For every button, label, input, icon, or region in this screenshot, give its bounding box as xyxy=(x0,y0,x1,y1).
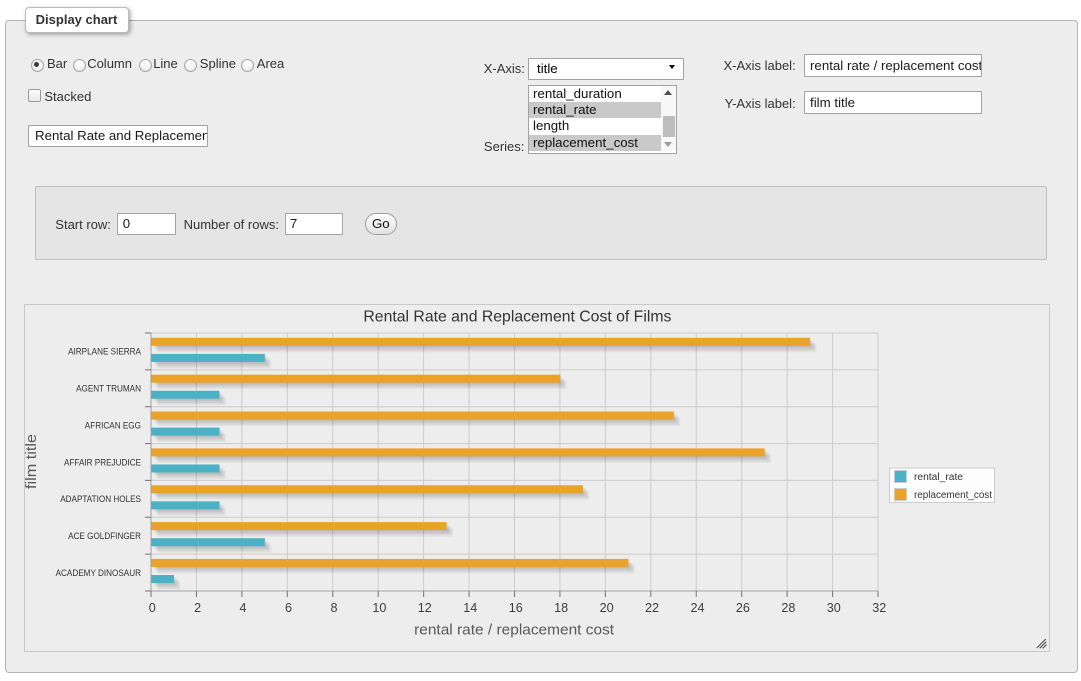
svg-text:AGENT TRUMAN: AGENT TRUMAN xyxy=(76,384,141,394)
svg-text:14: 14 xyxy=(463,601,477,615)
svg-text:AFFAIR PREJUDICE: AFFAIR PREJUDICE xyxy=(64,457,141,467)
svg-text:AFRICAN EGG: AFRICAN EGG xyxy=(85,420,141,430)
svg-text:rental_rate: rental_rate xyxy=(914,472,963,483)
svg-text:0: 0 xyxy=(149,601,156,615)
svg-text:12: 12 xyxy=(418,601,432,615)
svg-text:replacement_cost: replacement_cost xyxy=(914,490,992,501)
svg-text:AIRPLANE SIERRA: AIRPLANE SIERRA xyxy=(68,347,141,357)
svg-text:28: 28 xyxy=(781,601,795,615)
svg-text:film title: film title xyxy=(25,434,40,489)
svg-text:16: 16 xyxy=(509,601,523,615)
svg-text:20: 20 xyxy=(600,601,614,615)
svg-text:24: 24 xyxy=(690,601,704,615)
svg-text:18: 18 xyxy=(554,601,568,615)
svg-text:4: 4 xyxy=(240,601,247,615)
svg-text:ACE GOLDFINGER: ACE GOLDFINGER xyxy=(68,531,141,541)
svg-text:8: 8 xyxy=(330,601,337,615)
svg-text:Rental Rate and Replacement Co: Rental Rate and Replacement Cost of Film… xyxy=(363,309,671,326)
svg-text:ACADEMY DINOSAUR: ACADEMY DINOSAUR xyxy=(56,568,142,578)
svg-text:26: 26 xyxy=(736,601,750,615)
svg-text:22: 22 xyxy=(645,601,659,615)
svg-text:30: 30 xyxy=(827,601,841,615)
svg-text:10: 10 xyxy=(372,601,386,615)
svg-text:6: 6 xyxy=(285,601,292,615)
svg-text:rental rate / replacement cost: rental rate / replacement cost xyxy=(414,622,615,639)
svg-text:ADAPTATION HOLES: ADAPTATION HOLES xyxy=(60,494,141,504)
svg-text:32: 32 xyxy=(872,601,886,615)
svg-text:2: 2 xyxy=(194,601,201,615)
